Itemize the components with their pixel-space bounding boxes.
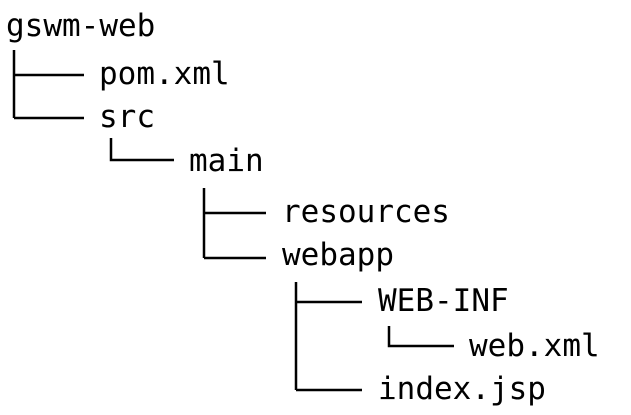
connector-main (109, 138, 174, 162)
tree-node-web-xml: web.xml (469, 328, 600, 364)
tree-root-gswm-web: gswm-web (6, 8, 156, 44)
connector-web-xml (387, 326, 454, 348)
tree-node-index-jsp: index.jsp (378, 371, 546, 407)
tree-node-src: src (99, 99, 155, 135)
tree-node-pom-xml: pom.xml (99, 56, 230, 92)
tree-node-resources: resources (282, 194, 450, 230)
tree-node-main: main (189, 143, 264, 179)
directory-tree: gswm-web pom.xml src main resources weba… (0, 0, 631, 415)
tree-node-webapp: webapp (282, 237, 394, 273)
tree-node-web-inf: WEB-INF (378, 283, 509, 319)
